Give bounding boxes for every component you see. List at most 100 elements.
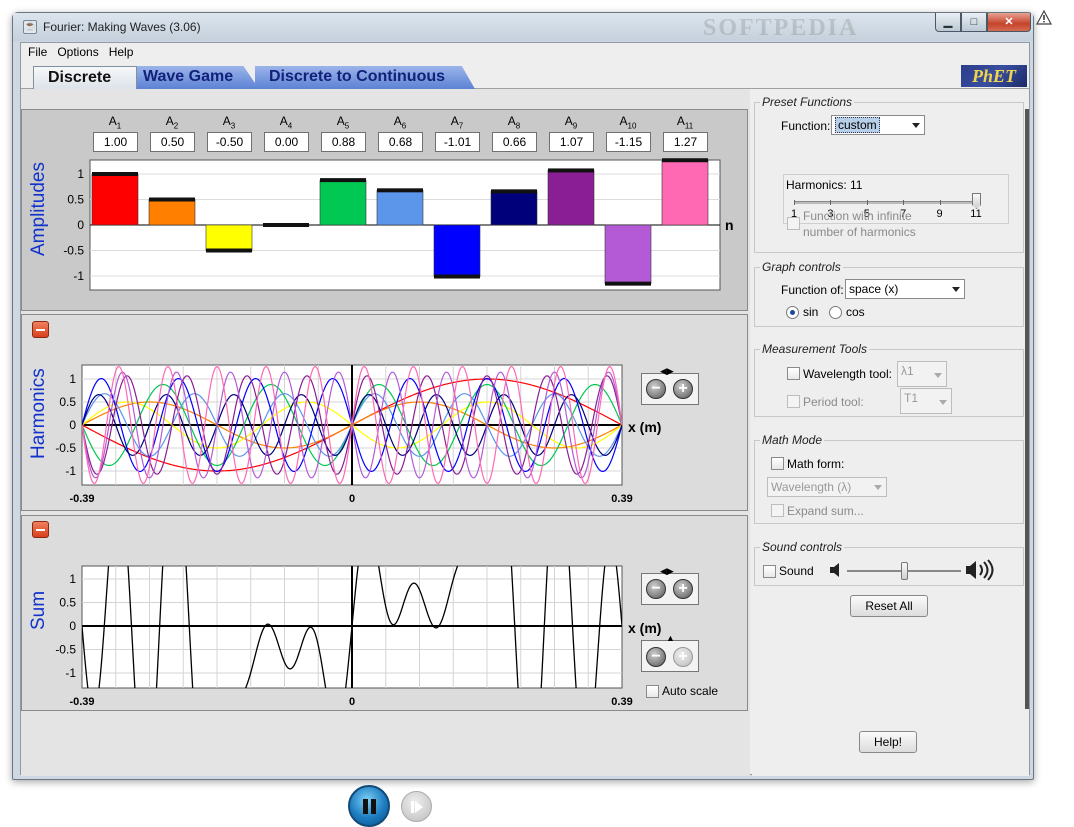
expand-sum-label: Expand sum... [787, 504, 864, 518]
harmonics-ytick-label: 0.5 [59, 395, 76, 409]
harmonics-xtick-label: 0 [349, 493, 355, 505]
period-select[interactable]: T1 [900, 388, 952, 414]
tab-discrete-to-continuous[interactable]: Discrete to Continuous [255, 66, 475, 89]
title-bar[interactable]: ☕ Fourier: Making Waves (3.06) SOFTPEDIA… [13, 13, 1033, 41]
pause-button[interactable] [348, 785, 390, 827]
amplitudes-chart[interactable]: 1 0.5 0 -0.5 -1 n [22, 110, 747, 310]
menu-bar: File Options Help [21, 43, 1029, 63]
volume-low-icon [830, 563, 839, 577]
volume-slider-thumb[interactable] [901, 562, 908, 580]
control-panel: Preset Functions Function: custom Harmon… [752, 89, 1029, 776]
infinite-harmonics-checkbox[interactable] [787, 217, 800, 230]
period-tool-checkbox[interactable] [787, 395, 800, 408]
horizontal-zoom-arrows-icon: ◀▶ [660, 366, 674, 376]
java-app-icon: ☕ [23, 20, 37, 34]
harmonics-zoom-controls: ◀▶ − + [641, 367, 699, 405]
sin-label: sin [803, 305, 819, 319]
tab-discrete[interactable]: Discrete [33, 66, 137, 89]
infinite-harmonics-label-2: number of harmonics [803, 225, 916, 239]
minimize-button[interactable]: ▁ [935, 13, 961, 32]
slider-tick [830, 200, 832, 205]
step-button[interactable] [401, 791, 432, 822]
sum-zoom-out-button[interactable]: − [646, 579, 666, 599]
menu-help[interactable]: Help [106, 43, 137, 63]
expand-sum-checkbox[interactable] [771, 504, 784, 517]
amplitude-bar-handle-6 [377, 188, 423, 193]
sum-xunit-label: x (m) [628, 620, 661, 636]
sum-xtick-label: -0.39 [69, 696, 94, 708]
amplitudes-panel: Amplitudes A1 1.00 A2 0.50 A3 -0.50 A4 0.00 A5 0.… [21, 109, 748, 311]
harmonics-panel: Harmonics 1 0.5 0 -0.5 -1 -0.39 0 0.39 x (m) ◀▶ … [21, 314, 748, 511]
menu-options[interactable]: Options [54, 43, 101, 63]
harmonics-zoom-out-button[interactable]: − [646, 379, 666, 399]
amplitude-bar-handle-1 [92, 172, 138, 176]
amplitude-bar-8 [490, 191, 538, 226]
amplitude-bar-handle-9 [548, 168, 594, 173]
amplitude-bar-handle-2 [149, 197, 195, 202]
harmonics-xtick-label: -0.39 [69, 493, 94, 505]
wavelength-tool-checkbox[interactable] [787, 367, 800, 380]
cos-radio[interactable] [829, 306, 842, 319]
amplitude-bar-6 [376, 190, 424, 226]
help-button[interactable]: Help! [859, 731, 917, 753]
amplitude-bar-handle-8 [491, 189, 537, 194]
amplitudes-ytick-label: -1 [73, 269, 84, 283]
function-of-label: Function of: [781, 283, 844, 297]
math-mode-title: Math Mode [760, 433, 825, 447]
harmonics-zoom-in-button[interactable]: + [673, 379, 693, 399]
panel-divider[interactable] [1025, 109, 1029, 709]
infinite-harmonics-label-1: Function with infinite [803, 209, 912, 223]
sum-zoom-in-button[interactable]: + [673, 579, 693, 599]
sum-xtick-label: 0.39 [611, 696, 632, 708]
math-form-select[interactable]: Wavelength (λ) [767, 477, 887, 497]
tab-wave-game[interactable]: Wave Game [129, 66, 259, 89]
application-window: ☕ Fourier: Making Waves (3.06) SOFTPEDIA… [12, 12, 1034, 827]
sum-ytick-label: -1 [65, 666, 76, 680]
wavelength-tool-label: Wavelength tool: [803, 367, 892, 381]
sound-label: Sound [779, 564, 814, 578]
sum-vertical-zoom-in-button[interactable]: + [673, 647, 693, 667]
amplitude-bar-3 [205, 224, 253, 251]
graph-controls-title: Graph controls [760, 260, 843, 274]
harmonics-slider-thumb[interactable] [972, 193, 981, 209]
maximize-button[interactable]: □ [961, 13, 987, 32]
sound-controls-group: Sound controls Sound [754, 540, 1024, 586]
function-of-select[interactable]: space (x) [845, 279, 965, 299]
sound-checkbox[interactable] [763, 565, 776, 578]
amplitude-bar-handle-11 [662, 158, 708, 163]
window-title: Fourier: Making Waves (3.06) [43, 20, 201, 34]
measurement-tools-group: Measurement Tools Wavelength tool: λ1 Pe… [754, 342, 1024, 417]
sound-controls-title: Sound controls [760, 540, 845, 554]
client-area: File Options Help Wave Game Discrete to … [20, 42, 1030, 827]
harmonics-xtick-label: 0.39 [611, 493, 632, 505]
amplitude-bar-10 [604, 224, 652, 284]
sum-vertical-zoom-out-button[interactable]: − [646, 647, 666, 667]
phet-logo[interactable]: PhET [961, 65, 1027, 87]
graph-area: Amplitudes A1 1.00 A2 0.50 A3 -0.50 A4 0.00 A5 0.… [21, 89, 750, 827]
amplitude-bar-5 [319, 179, 367, 226]
volume-high-icon [966, 559, 994, 581]
sum-vertical-zoom-controls: ▲ − + [641, 634, 699, 672]
sin-radio[interactable] [786, 306, 799, 319]
amplitude-bar-11 [661, 159, 709, 226]
math-form-checkbox[interactable] [771, 457, 784, 470]
harmonics-slider-track[interactable] [794, 201, 978, 204]
reset-all-button[interactable]: Reset All [850, 595, 928, 617]
close-button[interactable]: ✕ [987, 13, 1031, 32]
menu-file[interactable]: File [25, 43, 50, 63]
amplitude-bar-handle-7 [434, 274, 480, 279]
amplitude-bar-handle-4 [263, 223, 309, 227]
preset-functions-title: Preset Functions [760, 95, 855, 109]
function-label: Function: [781, 119, 831, 133]
amplitude-bar-handle-10 [605, 281, 651, 286]
amplitude-bar-handle-3 [206, 248, 252, 253]
wavelength-select[interactable]: λ1 [897, 361, 947, 387]
harmonics-ytick-label: 0 [69, 418, 76, 432]
harmonics-ytick-label: -0.5 [55, 441, 76, 455]
function-select[interactable]: custom [831, 115, 925, 135]
sum-horizontal-zoom-controls: ◀▶ − + [641, 567, 699, 605]
harmonics-count-label: Harmonics: 11 [786, 178, 863, 192]
harmonics-ytick-label: -1 [65, 464, 76, 478]
auto-scale-checkbox[interactable] [646, 685, 659, 698]
tab-bar: Wave Game Discrete to Continuous Discret… [21, 63, 1029, 89]
